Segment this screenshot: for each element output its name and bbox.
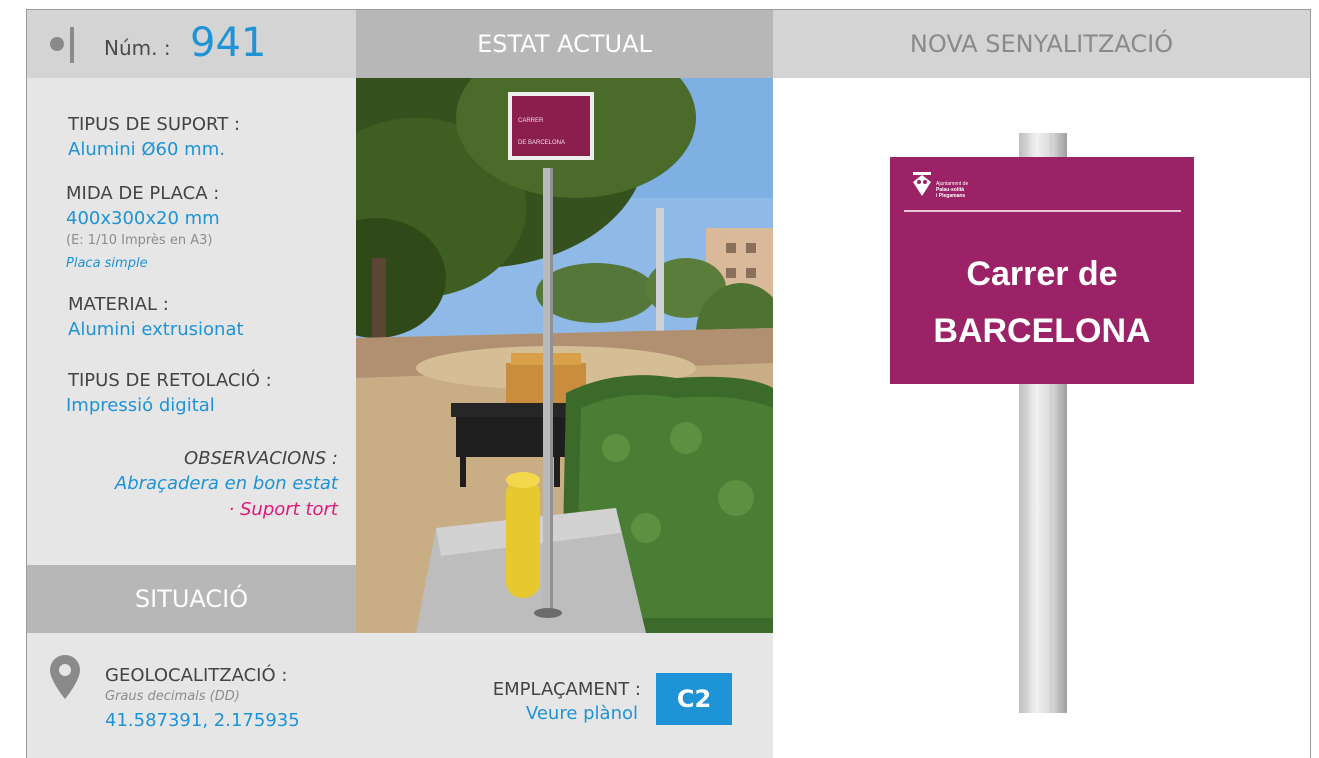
card-frame — [26, 9, 1311, 758]
